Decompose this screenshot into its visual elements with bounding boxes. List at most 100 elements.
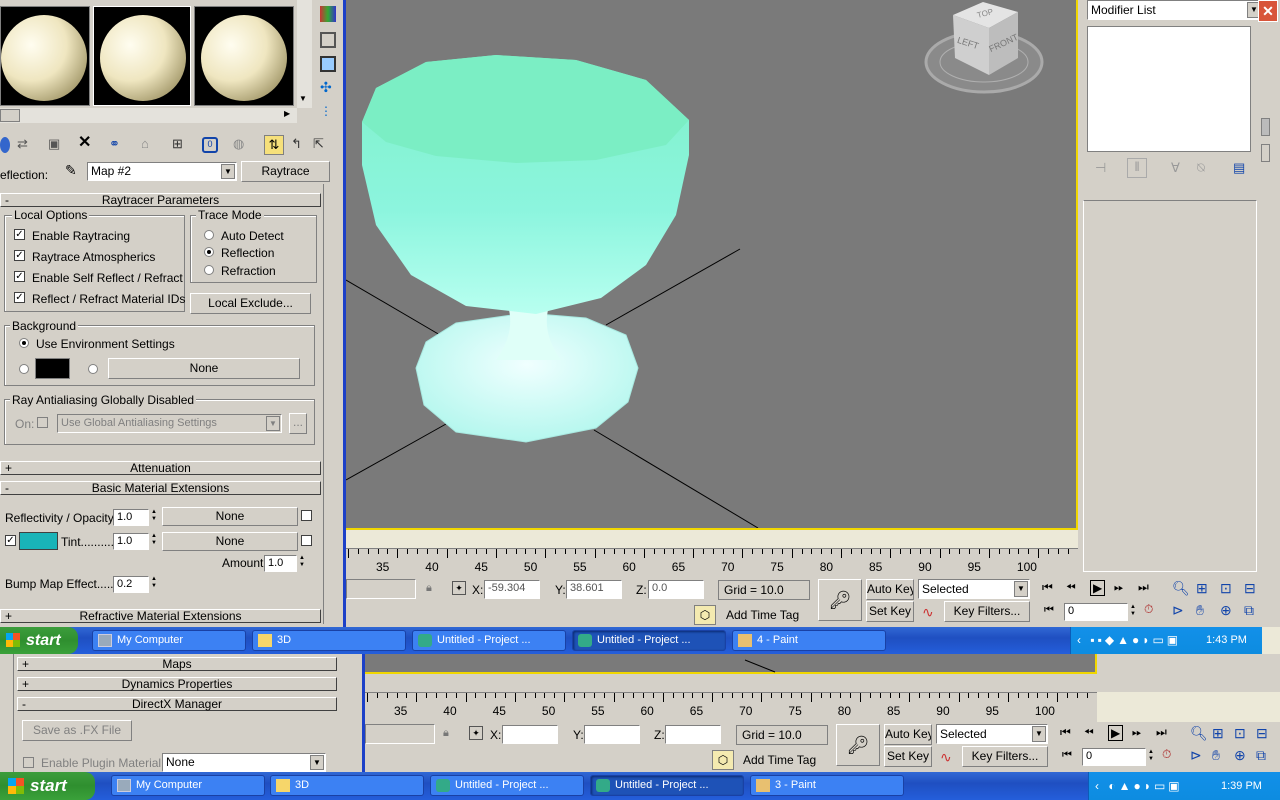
modifier-list-dropdown[interactable]: Modifier List ▼ <box>1087 0 1263 20</box>
task-paint[interactable]: 4 - Paint <box>732 630 886 651</box>
y-coordinate-field[interactable]: 38.601 <box>566 580 622 599</box>
go-to-start-icon[interactable]: ⏮︎ <box>1060 725 1071 740</box>
maps-rollout[interactable]: + Maps <box>17 657 337 671</box>
map-name-field[interactable]: Map #2 ▼ <box>87 162 237 181</box>
task-untitled-project-2[interactable]: Untitled - Project ... <box>590 775 744 796</box>
pan-icon[interactable]: ✋︎ <box>1212 747 1220 764</box>
key-tangent-icon[interactable]: ∿ <box>940 749 952 766</box>
map-type-button[interactable]: Raytrace <box>241 161 330 182</box>
previous-frame-icon[interactable]: ⏪︎ <box>1084 725 1094 740</box>
add-time-tag-label[interactable]: Add Time Tag <box>743 753 816 767</box>
command-panel-scrollbar[interactable] <box>1261 26 1271 326</box>
remove-modifier-icon[interactable]: ⍉ <box>1197 160 1205 176</box>
plugin-dropdown[interactable]: None ▼ <box>162 753 326 772</box>
play-icon[interactable]: ▶ <box>1090 580 1106 596</box>
pin-stack-icon[interactable]: ⊣ <box>1095 160 1106 176</box>
key-filters-button[interactable]: Key Filters... <box>962 746 1048 767</box>
show-map-icon[interactable]: 0 <box>202 137 218 153</box>
set-key-mode-icon[interactable]: 🔑︎ <box>818 579 862 621</box>
clock[interactable]: 1:39 PM <box>1221 772 1262 800</box>
next-frame-icon[interactable]: ⏩︎ <box>1132 725 1142 740</box>
selection-set-dropdown[interactable]: Selected ▼ <box>918 579 1030 599</box>
current-frame-field[interactable]: 0 <box>1082 748 1146 766</box>
start-button[interactable]: start <box>0 627 78 654</box>
reflectivity-map-button[interactable]: None <box>162 507 298 526</box>
z-coordinate-field[interactable]: 0.0 <box>648 580 704 599</box>
orbit-icon[interactable]: ⊕ <box>1220 602 1232 619</box>
pick-material-icon[interactable] <box>320 32 336 48</box>
scroll-right-arrow-icon[interactable]: ▶ <box>284 109 290 118</box>
absolute-mode-icon[interactable]: ✦ <box>469 726 483 740</box>
dropdown-arrow-icon[interactable]: ▼ <box>221 164 235 179</box>
set-key-button[interactable]: Set Key <box>884 746 932 767</box>
scroll-down-arrow-icon[interactable]: ▼ <box>299 94 307 103</box>
bump-spinner[interactable]: ▲ ▼ <box>149 576 159 592</box>
make-unique-icon[interactable]: ⚭ <box>109 137 125 153</box>
eyedropper-icon[interactable]: ✎ <box>65 163 81 179</box>
map-radio[interactable] <box>88 364 98 374</box>
zoom-icon[interactable]: 🔍︎ <box>1190 725 1208 742</box>
next-frame-icon[interactable]: ⏩︎ <box>1114 580 1124 595</box>
pick-icon[interactable]: ⇱ <box>313 137 329 153</box>
slot-scrollbar-v[interactable]: ▼ <box>297 0 312 108</box>
zoom-all-icon[interactable]: ⊞ <box>1212 725 1224 742</box>
directx-rollout[interactable]: - DirectX Manager <box>17 697 337 711</box>
antialias-setting-dropdown[interactable]: Use Global Antialiasing Settings ▼ <box>57 414 282 433</box>
zoom-extents-icon[interactable]: ⊡ <box>1220 580 1232 597</box>
local-exclude-button[interactable]: Local Exclude... <box>190 293 311 314</box>
perspective-viewport[interactable]: TOP LEFT FRONT <box>346 0 1078 530</box>
close-button[interactable]: ✕ <box>1258 0 1278 22</box>
amount-spinner[interactable]: ▲ ▼ <box>297 555 307 571</box>
task-untitled-project-1[interactable]: Untitled - Project ... <box>412 630 566 651</box>
enable-raytracing-checkbox[interactable]: ✓ <box>14 229 25 240</box>
orbit-icon[interactable]: ⊕ <box>1234 747 1246 764</box>
absolute-mode-icon[interactable]: ✦ <box>452 581 466 595</box>
attenuation-rollout[interactable]: + Attenuation <box>0 461 321 475</box>
tint-map-button[interactable]: None <box>162 532 298 551</box>
basic-ext-rollout[interactable]: - Basic Material Extensions <box>0 481 321 495</box>
delete-icon[interactable]: ✕ <box>78 135 94 151</box>
raytracer-rollout[interactable]: - Raytracer Parameters <box>0 193 321 207</box>
time-config-icon[interactable]: ⏱︎ <box>1162 747 1171 762</box>
dynamics-rollout[interactable]: + Dynamics Properties <box>17 677 337 691</box>
set-key-button[interactable]: Set Key <box>866 601 914 622</box>
modifier-stack[interactable] <box>1087 26 1251 152</box>
material-id-icon[interactable]: ⊞ <box>172 137 188 153</box>
y-coordinate-field[interactable] <box>584 725 640 744</box>
task-3d-folder[interactable]: 3D <box>270 775 424 796</box>
sample-slot-2[interactable] <box>93 6 191 106</box>
tray-icons[interactable]: ‹ ◐▲●◗▭▣ <box>1095 772 1183 800</box>
background-icon[interactable] <box>320 6 336 22</box>
task-my-computer[interactable]: My Computer <box>111 775 265 796</box>
material-navigator-icon[interactable]: ⋮ <box>320 104 336 120</box>
maximize-viewport-icon[interactable]: ⧉ <box>1244 602 1254 619</box>
scroll-thumb-2[interactable] <box>1261 144 1270 162</box>
tint-spinner[interactable]: ▲ ▼ <box>149 533 159 549</box>
put-to-library-icon[interactable]: ⌂ <box>141 137 157 153</box>
zoom-all-icon[interactable]: ⊞ <box>1196 580 1208 597</box>
task-paint[interactable]: 3 - Paint <box>750 775 904 796</box>
go-to-end-icon[interactable]: ⏭︎ <box>1138 580 1149 595</box>
clock[interactable]: 1:43 PM <box>1206 627 1247 654</box>
task-untitled-project-2[interactable]: Untitled - Project ... <box>572 630 726 651</box>
put-to-scene-icon[interactable]: ⇄ <box>17 137 33 153</box>
enable-plugin-checkbox[interactable] <box>23 757 34 768</box>
zoom-extents-all-icon[interactable]: ⊟ <box>1244 580 1256 597</box>
zoom-extents-all-icon[interactable]: ⊟ <box>1256 725 1268 742</box>
tint-field[interactable]: 1.0 <box>113 533 149 550</box>
key-mode-icon[interactable]: ⏮︎ <box>1062 749 1072 762</box>
slot-scrollbar-h[interactable]: ▶ <box>0 108 297 123</box>
lock-icon[interactable]: 🔒︎ <box>426 582 432 595</box>
current-frame-field[interactable]: 0 <box>1064 603 1128 621</box>
reflection-radio[interactable] <box>204 247 214 257</box>
z-coordinate-field[interactable] <box>665 725 721 744</box>
go-to-parent-icon[interactable]: ⇅ <box>264 135 284 155</box>
frame-spinner[interactable]: ▲ ▼ <box>1146 749 1156 765</box>
maximize-viewport-icon[interactable]: ⧉ <box>1256 747 1266 764</box>
tint-color-swatch[interactable] <box>19 532 58 550</box>
sample-slot-1[interactable] <box>0 6 90 106</box>
selection-set-dropdown[interactable]: Selected ▼ <box>936 724 1048 744</box>
field-of-view-icon[interactable]: ⊳ <box>1190 747 1202 764</box>
go-forward-icon[interactable]: ↰ <box>291 137 307 153</box>
reflectivity-field[interactable]: 1.0 <box>113 509 149 526</box>
